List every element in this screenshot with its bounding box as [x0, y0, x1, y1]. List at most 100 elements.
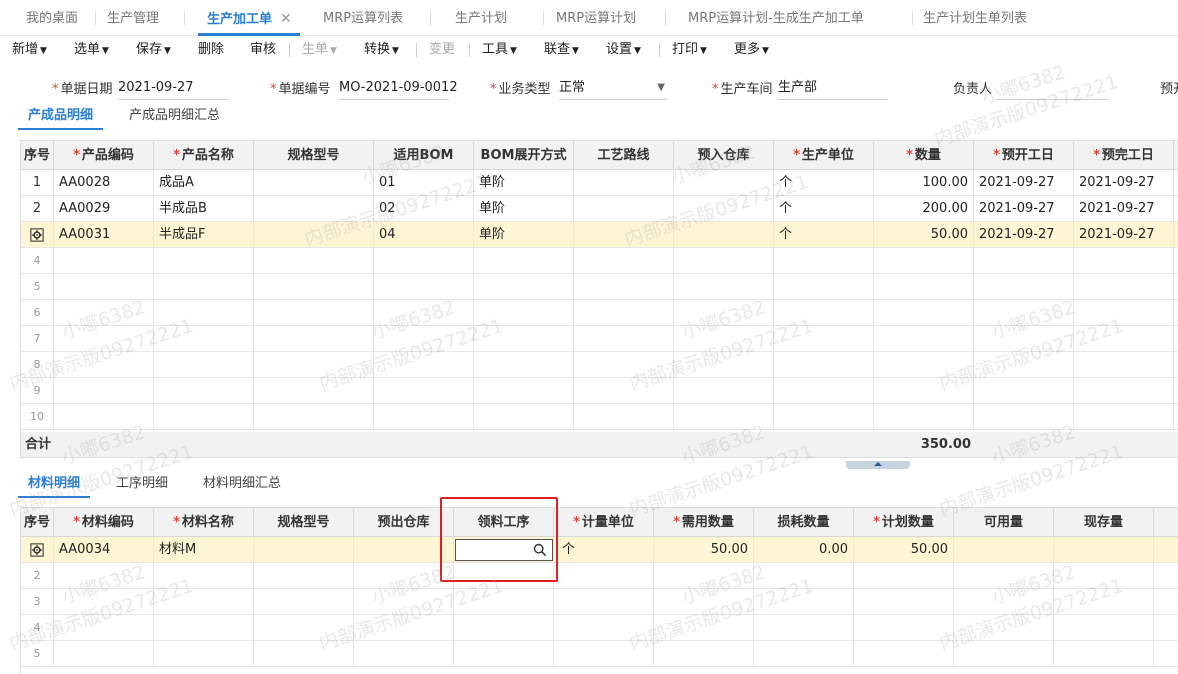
row-settings-button[interactable]: [21, 537, 54, 563]
tab-material-summary[interactable]: 材料明细汇总: [203, 472, 281, 498]
cell-product-code[interactable]: AA0029: [54, 196, 154, 222]
row-settings-button[interactable]: [21, 222, 54, 248]
generate-order-button[interactable]: 生单 ▼: [302, 37, 337, 63]
cell-end-date[interactable]: 2021-09-27: [1074, 170, 1174, 196]
cell-unit[interactable]: 个: [774, 196, 874, 222]
tab-plan-order-list[interactable]: 生产计划生单列表: [923, 0, 1027, 36]
cell-product-name[interactable]: 半成品F: [154, 222, 254, 248]
tab-production-order[interactable]: 生产加工单 ✕: [198, 0, 300, 36]
more-button[interactable]: 更多 ▼: [734, 37, 769, 63]
cell-start-date[interactable]: 2021-09-27: [974, 170, 1074, 196]
tab-mrp-plan[interactable]: MRP运算计划: [556, 0, 636, 36]
owner-field[interactable]: [996, 76, 1108, 100]
cell-end-date[interactable]: 2021-09-27: [1074, 196, 1174, 222]
col-product-name[interactable]: * 产品名称: [154, 141, 254, 170]
cell-in-warehouse[interactable]: [674, 170, 774, 196]
cell-spec[interactable]: [254, 196, 374, 222]
cell-bom[interactable]: 04: [374, 222, 474, 248]
tab-mrp-list[interactable]: MRP运算列表: [323, 0, 403, 36]
col-spec[interactable]: 规格型号: [254, 508, 354, 537]
col-cut[interactable]: 氯: [1174, 141, 1178, 170]
empty-row[interactable]: 5: [21, 274, 1178, 300]
cell-stock-qty[interactable]: [1054, 537, 1154, 563]
col-material-name[interactable]: * 材料名称: [154, 508, 254, 537]
empty-row[interactable]: 7: [21, 326, 1178, 352]
cell-out-warehouse[interactable]: [354, 537, 454, 563]
cell-product-name[interactable]: 半成品B: [154, 196, 254, 222]
cell-product-code[interactable]: AA0028: [54, 170, 154, 196]
save-button[interactable]: 保存 ▼: [136, 37, 171, 63]
close-icon[interactable]: ✕: [280, 11, 292, 27]
business-type-select[interactable]: 正常 ▼: [559, 76, 667, 100]
col-in-warehouse[interactable]: 预入仓库: [674, 141, 774, 170]
cell-in-warehouse[interactable]: [674, 222, 774, 248]
col-product-code[interactable]: * 产品编码: [54, 141, 154, 170]
tab-production-management[interactable]: 生产管理: [107, 0, 159, 36]
tab-product-summary[interactable]: 产成品明细汇总: [129, 104, 220, 130]
cell-material-name[interactable]: 材料M: [154, 537, 254, 563]
cell-route[interactable]: [574, 170, 674, 196]
tab-process-detail[interactable]: 工序明细: [116, 472, 168, 498]
cell-end-date[interactable]: 2021-09-27: [1074, 222, 1174, 248]
table-row-selected[interactable]: AA0031 半成品F 04 单阶 个 50.00 2021-09-27 202…: [21, 222, 1178, 248]
cell-bom[interactable]: 02: [374, 196, 474, 222]
cell-loss-qty[interactable]: 0.00: [754, 537, 854, 563]
col-end-date[interactable]: * 预完工日: [1074, 141, 1174, 170]
cell-spec[interactable]: [254, 537, 354, 563]
cell-spec[interactable]: [254, 170, 374, 196]
cell-bom-mode[interactable]: 单阶: [474, 170, 574, 196]
cell-unit[interactable]: 个: [774, 222, 874, 248]
empty-row[interactable]: 5: [21, 641, 1178, 667]
empty-row[interactable]: 2: [21, 563, 1178, 589]
col-bom[interactable]: 适用BOM: [374, 141, 474, 170]
col-out-warehouse[interactable]: 预出仓库: [354, 508, 454, 537]
cell-material-code[interactable]: AA0034: [54, 537, 154, 563]
tab-mrp-plan-generate[interactable]: MRP运算计划-生成生产加工单: [688, 0, 864, 36]
cell-qty[interactable]: 200.00: [874, 196, 974, 222]
col-bom-mode[interactable]: BOM展开方式: [474, 141, 574, 170]
cell-planned-qty[interactable]: 50.00: [854, 537, 954, 563]
empty-row[interactable]: 4: [21, 248, 1178, 274]
col-qty[interactable]: * 数量: [874, 141, 974, 170]
cell-bom-mode[interactable]: 单阶: [474, 222, 574, 248]
change-button[interactable]: 变更: [429, 37, 455, 63]
tools-button[interactable]: 工具 ▼: [482, 37, 517, 63]
cell-bom-mode[interactable]: 单阶: [474, 196, 574, 222]
order-no-field[interactable]: MO-2021-09-0012: [339, 76, 458, 100]
tab-material-detail[interactable]: 材料明细: [18, 472, 91, 498]
cell-in-warehouse[interactable]: [674, 196, 774, 222]
col-seq[interactable]: 序号: [21, 141, 54, 170]
panel-splitter-handle[interactable]: [846, 461, 910, 469]
select-order-button[interactable]: 选单 ▼: [74, 37, 109, 63]
audit-button[interactable]: 审核: [250, 37, 276, 63]
col-measure-unit[interactable]: * 计量单位: [554, 508, 654, 537]
cell-start-date[interactable]: 2021-09-27: [974, 222, 1074, 248]
table-row-selected[interactable]: AA0034 材料M 个 50.00 0.00 50.00: [21, 537, 1178, 563]
table-row[interactable]: 2 AA0029 半成品B 02 单阶 个 200.00 2021-09-27 …: [21, 196, 1178, 222]
cell-route[interactable]: [574, 196, 674, 222]
delete-button[interactable]: 删除: [198, 37, 224, 63]
cell-start-date[interactable]: 2021-09-27: [974, 196, 1074, 222]
col-available-qty[interactable]: 可用量: [954, 508, 1054, 537]
tab-production-plan[interactable]: 生产计划: [455, 0, 507, 36]
col-required-qty[interactable]: * 需用数量: [654, 508, 754, 537]
col-route[interactable]: 工艺路线: [574, 141, 674, 170]
col-material-code[interactable]: * 材料编码: [54, 508, 154, 537]
date-field[interactable]: 2021-09-27: [118, 76, 228, 100]
empty-row[interactable]: 6: [21, 300, 1178, 326]
empty-row[interactable]: 4: [21, 615, 1178, 641]
cell-measure-unit[interactable]: 个: [554, 537, 654, 563]
cell-product-name[interactable]: 成品A: [154, 170, 254, 196]
empty-row[interactable]: 3: [21, 589, 1178, 615]
empty-row[interactable]: 8: [21, 352, 1178, 378]
tab-product-detail[interactable]: 产成品明细: [18, 104, 104, 130]
col-seq[interactable]: 序号: [21, 508, 54, 537]
col-unit[interactable]: * 生产单位: [774, 141, 874, 170]
print-button[interactable]: 打印 ▼: [672, 37, 707, 63]
cell-product-code[interactable]: AA0031: [54, 222, 154, 248]
col-stock-qty[interactable]: 现存量: [1054, 508, 1154, 537]
cell-bom[interactable]: 01: [374, 170, 474, 196]
col-loss-qty[interactable]: 损耗数量: [754, 508, 854, 537]
cell-available-qty[interactable]: [954, 537, 1054, 563]
convert-button[interactable]: 转换 ▼: [364, 37, 399, 63]
